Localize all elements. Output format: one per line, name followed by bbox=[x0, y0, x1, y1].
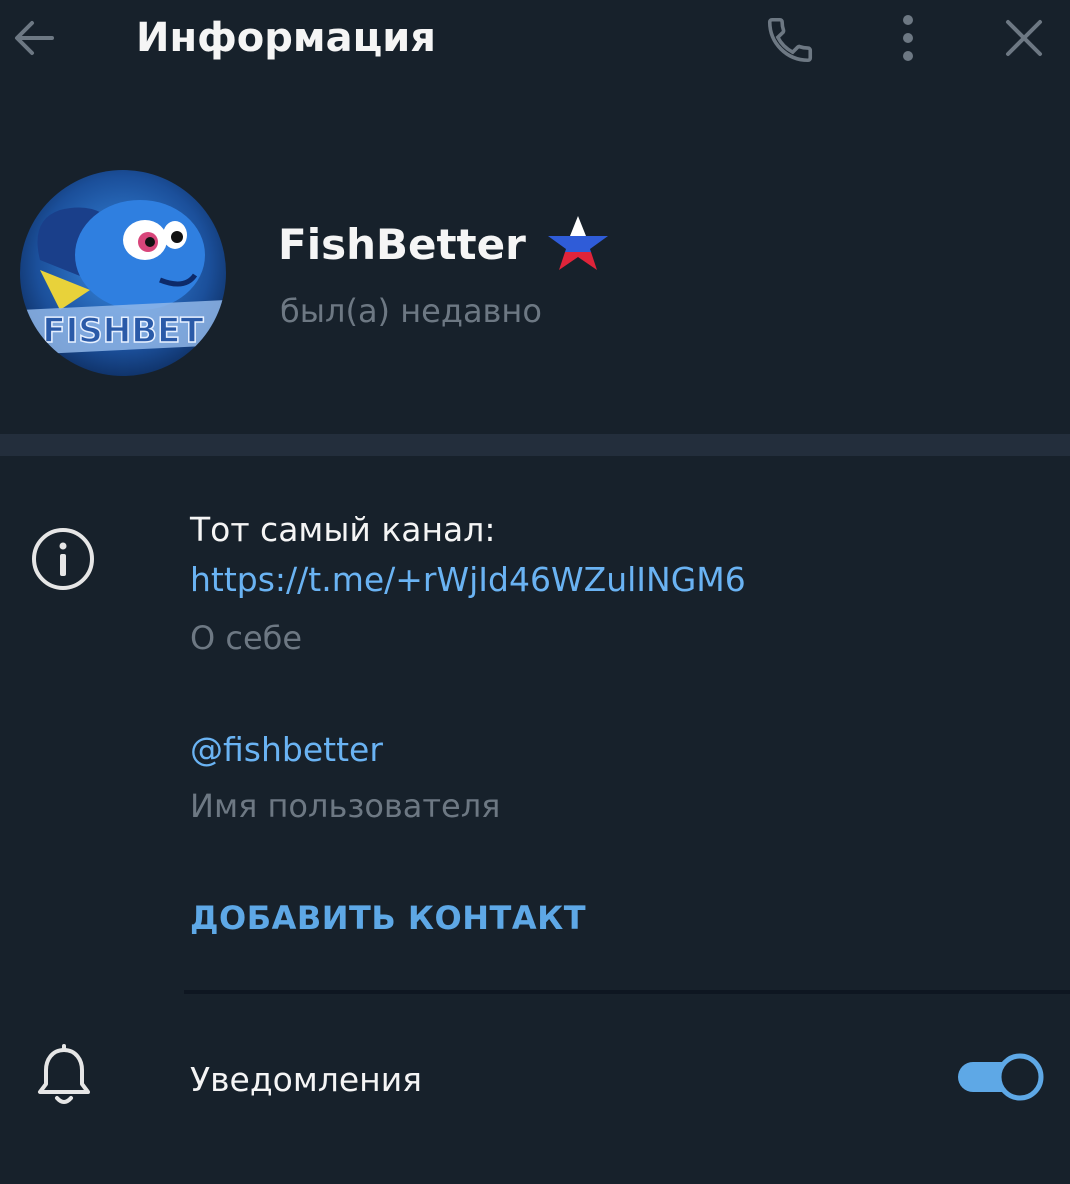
bell-icon bbox=[38, 1044, 90, 1104]
list-divider bbox=[184, 990, 1070, 994]
bio-block: Тот самый канал: https://t.me/+rWjId46WZ… bbox=[190, 508, 746, 668]
avatar[interactable]: FISHBET bbox=[20, 170, 226, 376]
notifications-label: Уведомления bbox=[190, 1060, 423, 1099]
more-vertical-icon bbox=[903, 15, 913, 61]
back-button[interactable] bbox=[4, 8, 64, 68]
close-button[interactable] bbox=[994, 8, 1054, 68]
call-button[interactable] bbox=[760, 10, 820, 70]
notifications-toggle[interactable] bbox=[956, 1050, 1046, 1104]
profile-name: FishBetter bbox=[278, 219, 526, 269]
phone-icon bbox=[767, 17, 813, 63]
close-icon bbox=[1006, 20, 1042, 56]
username-block[interactable]: @fishbetter Имя пользователя bbox=[190, 724, 500, 836]
bio-text: Тот самый канал: bbox=[190, 510, 496, 549]
bio-caption: О себе bbox=[190, 619, 303, 657]
header-bar: Информация bbox=[0, 0, 1070, 80]
russian-flag-star-icon bbox=[547, 216, 608, 270]
add-contact-button[interactable]: ДОБАВИТЬ КОНТАКТ bbox=[190, 890, 586, 946]
section-divider bbox=[0, 434, 1070, 456]
last-seen-status: был(а) недавно bbox=[280, 292, 542, 330]
fish-avatar-image: FISHBET bbox=[20, 170, 226, 376]
svg-text:FISHBET: FISHBET bbox=[42, 311, 204, 351]
username-value[interactable]: @fishbetter bbox=[190, 724, 500, 776]
profile-section: FISHBET FishBetter был(а) недавно bbox=[0, 100, 1070, 430]
bio-link[interactable]: https://t.me/+rWjId46WZulINGM6 bbox=[190, 552, 746, 608]
info-icon bbox=[32, 528, 94, 590]
more-button[interactable] bbox=[878, 8, 938, 68]
page-title: Информация bbox=[136, 15, 436, 61]
arrow-left-icon bbox=[15, 21, 54, 55]
username-caption: Имя пользователя bbox=[190, 787, 501, 825]
